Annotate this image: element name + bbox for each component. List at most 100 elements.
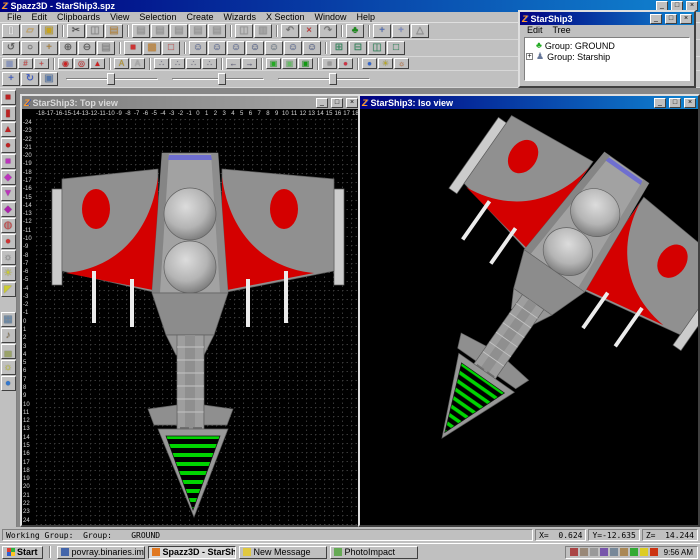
expand-icon[interactable]: +: [526, 53, 533, 60]
top-view-maximize-button[interactable]: □: [331, 98, 343, 108]
plane-rotate-icon[interactable]: △: [411, 24, 429, 38]
start-button[interactable]: Start: [2, 546, 43, 559]
create-sphere-icon[interactable]: ●: [1, 138, 16, 153]
snap-point-icon[interactable]: +: [34, 58, 49, 69]
nav-back-icon[interactable]: ←: [226, 58, 241, 69]
zoom-in-icon[interactable]: ⊕: [59, 41, 77, 55]
layout-single-icon[interactable]: □: [387, 41, 405, 55]
hierarchy-3-icon[interactable]: ∴: [186, 58, 201, 69]
copy-icon[interactable]: ◫: [86, 24, 104, 38]
top-view-canvas[interactable]: [36, 119, 360, 525]
iso-view-minimize-button[interactable]: _: [654, 98, 666, 108]
create-sun-icon[interactable]: ☼: [1, 360, 16, 375]
zoom-tool-icon[interactable]: ○: [21, 41, 39, 55]
open-file-icon[interactable]: ▱: [21, 24, 39, 38]
create-touch-icon[interactable]: ●: [1, 234, 16, 249]
avatar-mode-6-icon[interactable]: ☺: [284, 41, 302, 55]
group-merge-icon[interactable]: ▣: [298, 58, 313, 69]
layout-horizontal-icon[interactable]: ⊟: [349, 41, 367, 55]
menu-selection[interactable]: Selection: [134, 12, 181, 22]
lathe-tool-icon[interactable]: ◉: [58, 58, 73, 69]
hierarchy-1-icon[interactable]: ∴: [154, 58, 169, 69]
create-faceset-icon[interactable]: ■: [1, 154, 16, 169]
move-mode-icon[interactable]: +: [2, 72, 20, 86]
rotate-mode-icon[interactable]: ↻: [21, 72, 39, 86]
text-solid-icon[interactable]: A: [114, 58, 129, 69]
top-view-minimize-button[interactable]: _: [316, 98, 328, 108]
create-background-icon[interactable]: ▦: [1, 312, 16, 327]
tree-menu-edit[interactable]: Edit: [522, 25, 548, 35]
task-button-photoimpact[interactable]: PhotoImpact: [330, 546, 418, 559]
orbit-icon[interactable]: ↺: [2, 41, 20, 55]
ati-tray-icon[interactable]: [650, 548, 658, 556]
paste-object-icon[interactable]: ▤: [132, 24, 150, 38]
axes-nodes-icon[interactable]: +: [392, 24, 410, 38]
group-create-icon[interactable]: ▣: [266, 58, 281, 69]
task-button-new-message[interactable]: New Message: [239, 546, 327, 559]
tree-minimize-button[interactable]: _: [650, 14, 662, 24]
antivirus-icon[interactable]: [630, 548, 638, 556]
sun-icon[interactable]: ☀: [378, 58, 393, 69]
printer-icon[interactable]: [610, 548, 618, 556]
scheduler-icon[interactable]: [590, 548, 598, 556]
paste-child-icon[interactable]: ▤: [151, 24, 169, 38]
grid-toggle-icon[interactable]: ▦: [2, 58, 17, 69]
menu-create[interactable]: Create: [181, 12, 218, 22]
top-view-close-button[interactable]: ×: [346, 98, 358, 108]
tree-item[interactable]: ♣Group: GROUND: [526, 40, 688, 51]
tree-item[interactable]: +♟Group: Starship: [526, 51, 688, 62]
create-terrain-icon[interactable]: ▄: [1, 344, 16, 359]
slider-1[interactable]: [66, 72, 158, 86]
clipboard-viewer-icon[interactable]: ▥: [254, 24, 272, 38]
create-spotlight-icon[interactable]: ◤: [1, 282, 16, 297]
box-tool-icon[interactable]: ■: [322, 58, 337, 69]
menu-x-section[interactable]: X Section: [261, 12, 310, 22]
create-box-icon[interactable]: ■: [1, 90, 16, 105]
pan-hand-icon[interactable]: +: [40, 41, 58, 55]
menu-clipboards[interactable]: Clipboards: [52, 12, 105, 22]
task-button-spazz3d-starship3-s[interactable]: Spazz3D - StarShip3.s...: [148, 546, 236, 559]
slider-2[interactable]: [172, 72, 264, 86]
paste-replace-icon[interactable]: ▤: [208, 24, 226, 38]
iso-view-canvas[interactable]: [360, 109, 698, 525]
create-gear-icon[interactable]: ☼: [1, 250, 16, 265]
hierarchy-4-icon[interactable]: ∴: [202, 58, 217, 69]
nav-forward-icon[interactable]: →: [242, 58, 257, 69]
hotkey-icon[interactable]: [640, 548, 648, 556]
create-cone-icon[interactable]: ▲: [1, 122, 16, 137]
avatar-mode-7-icon[interactable]: ☺: [303, 41, 321, 55]
viewpoint-icon[interactable]: ▣: [40, 72, 58, 86]
tree-close-button[interactable]: ×: [680, 14, 692, 24]
create-lathe-icon[interactable]: ◆: [1, 202, 16, 217]
shaded-view-icon[interactable]: ■: [124, 41, 142, 55]
avatar-mode-5-icon[interactable]: ☺: [265, 41, 283, 55]
slider-3[interactable]: [278, 72, 370, 86]
paste-sibling-icon[interactable]: ▤: [170, 24, 188, 38]
save-icon[interactable]: ▣: [40, 24, 58, 38]
create-world-icon[interactable]: ●: [1, 376, 16, 391]
create-sensor-icon[interactable]: ◍: [1, 218, 16, 233]
render-settings-icon[interactable]: ▤: [97, 41, 115, 55]
slider-1-thumb[interactable]: [107, 73, 115, 85]
create-light-icon[interactable]: ☀: [1, 266, 16, 281]
tree-menu-tree[interactable]: Tree: [548, 25, 576, 35]
snap-grid-icon[interactable]: #: [18, 58, 33, 69]
hierarchy-2-icon[interactable]: ∴: [170, 58, 185, 69]
slider-2-thumb[interactable]: [218, 73, 226, 85]
create-pointset-icon[interactable]: ▼: [1, 186, 16, 201]
create-cylinder-icon[interactable]: ▮: [1, 106, 16, 121]
display-settings-icon[interactable]: [570, 548, 578, 556]
layout-quad-icon[interactable]: ⊞: [330, 41, 348, 55]
display-adapter-icon[interactable]: [600, 548, 608, 556]
undo-icon[interactable]: ↶: [281, 24, 299, 38]
world-icon[interactable]: ●: [362, 58, 377, 69]
text-outline-icon[interactable]: A: [130, 58, 145, 69]
slider-3-thumb[interactable]: [329, 73, 337, 85]
iso-view-close-button[interactable]: ×: [684, 98, 696, 108]
axes-icon[interactable]: +: [373, 24, 391, 38]
textured-view-icon[interactable]: ▩: [143, 41, 161, 55]
flower-tool-icon[interactable]: ●: [338, 58, 353, 69]
menu-view[interactable]: View: [105, 12, 134, 22]
menu-help[interactable]: Help: [352, 12, 381, 22]
zoom-out-icon[interactable]: ⊖: [78, 41, 96, 55]
